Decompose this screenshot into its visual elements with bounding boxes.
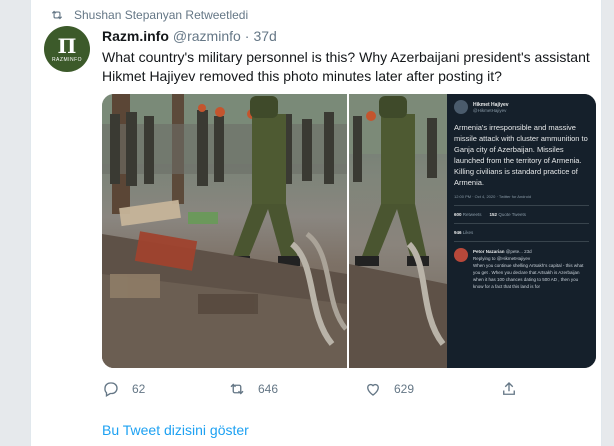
page-right-gutter — [602, 0, 614, 446]
embedded-likes-count: 946 — [454, 230, 462, 235]
embedded-likes: 946 Likes — [454, 230, 589, 235]
tweet-time[interactable]: 37d — [253, 28, 276, 44]
heart-icon — [367, 383, 379, 396]
divider — [454, 223, 589, 224]
embedded-likes-label: Likes — [462, 230, 474, 235]
show-thread-link[interactable]: Bu Tweet dizisini göster — [102, 422, 249, 438]
like-count: 629 — [394, 382, 415, 396]
divider — [454, 205, 589, 206]
tweet-actions: 62 646 629 — [102, 380, 522, 400]
embedded-tweet-header: Hikmet Hajiyev @HikmetHajiyev — [454, 100, 589, 114]
retweet-icon — [51, 10, 63, 20]
retweeter-label[interactable]: Shushan Stepanyan Retweetledi — [74, 8, 248, 22]
tweet-text: What country's military personnel is thi… — [102, 49, 590, 84]
reply-replying-to: Replying to @HikmetHajiyev — [473, 256, 531, 261]
tweet-media[interactable]: Hikmet Hajiyev @HikmetHajiyev Armenia's … — [102, 94, 596, 368]
scene-illustration — [102, 94, 347, 368]
photo-right-scene — [349, 94, 447, 368]
embedded-name: Hikmet Hajiyev — [473, 101, 509, 108]
retweet-banner[interactable]: Shushan Stepanyan Retweetledi — [50, 6, 248, 24]
divider — [454, 241, 589, 242]
avatar[interactable]: Π RAZMINFO — [44, 26, 90, 72]
embedded-handle: @HikmetHajiyev — [473, 107, 507, 113]
retweet-icon — [230, 383, 244, 395]
embedded-avatar — [454, 100, 468, 114]
retweet-count: 646 — [258, 382, 279, 396]
reply-text: When you continue shelling Artsakh's cap… — [473, 263, 584, 289]
reply-avatar — [454, 248, 468, 262]
retweet-button[interactable]: 646 — [228, 380, 278, 398]
embedded-tweet-screenshot: Hikmet Hajiyev @HikmetHajiyev Armenia's … — [447, 94, 596, 368]
share-button[interactable] — [500, 380, 518, 398]
reply-button[interactable]: 62 — [102, 380, 145, 398]
reply-handle: @pete... — [505, 249, 523, 254]
photo-left[interactable] — [102, 94, 347, 368]
photo-right[interactable]: Hikmet Hajiyev @HikmetHajiyev Armenia's … — [349, 94, 596, 368]
embedded-quotes-count: 152 — [489, 212, 498, 217]
embedded-tweet-stats: 600 Retweets 152 Quote Tweets — [454, 212, 589, 217]
embedded-tweet-text: Armenia's irresponsible and massive miss… — [454, 123, 588, 187]
razm-logo: Π — [57, 33, 77, 58]
page-left-gutter — [0, 0, 30, 446]
tweet-header: Razm.info @razminfo · 37d — [102, 28, 277, 44]
display-name[interactable]: Razm.info — [102, 28, 169, 44]
embedded-retweets-count: 600 — [454, 212, 462, 217]
like-button[interactable]: 629 — [364, 380, 414, 398]
share-icon — [503, 382, 515, 395]
reply-icon — [104, 382, 118, 397]
reply-time: 23d — [524, 249, 532, 254]
embedded-tweet-meta: 12:00 PM · Oct 4, 2020 · Twitter for And… — [454, 194, 532, 199]
user-handle[interactable]: @razminfo — [173, 28, 241, 44]
reply-name: Petor Nazarian — [473, 249, 505, 254]
reply-count: 62 — [132, 382, 146, 396]
separator-dot: · — [244, 28, 250, 44]
embedded-retweets-label: Retweets — [462, 212, 482, 217]
embedded-quotes-label: Quote Tweets — [498, 212, 527, 217]
razm-logo-subtext: RAZMINFO — [51, 56, 83, 63]
embedded-reply: Petor Nazarian @pete... 23d Replying to … — [454, 248, 589, 290]
